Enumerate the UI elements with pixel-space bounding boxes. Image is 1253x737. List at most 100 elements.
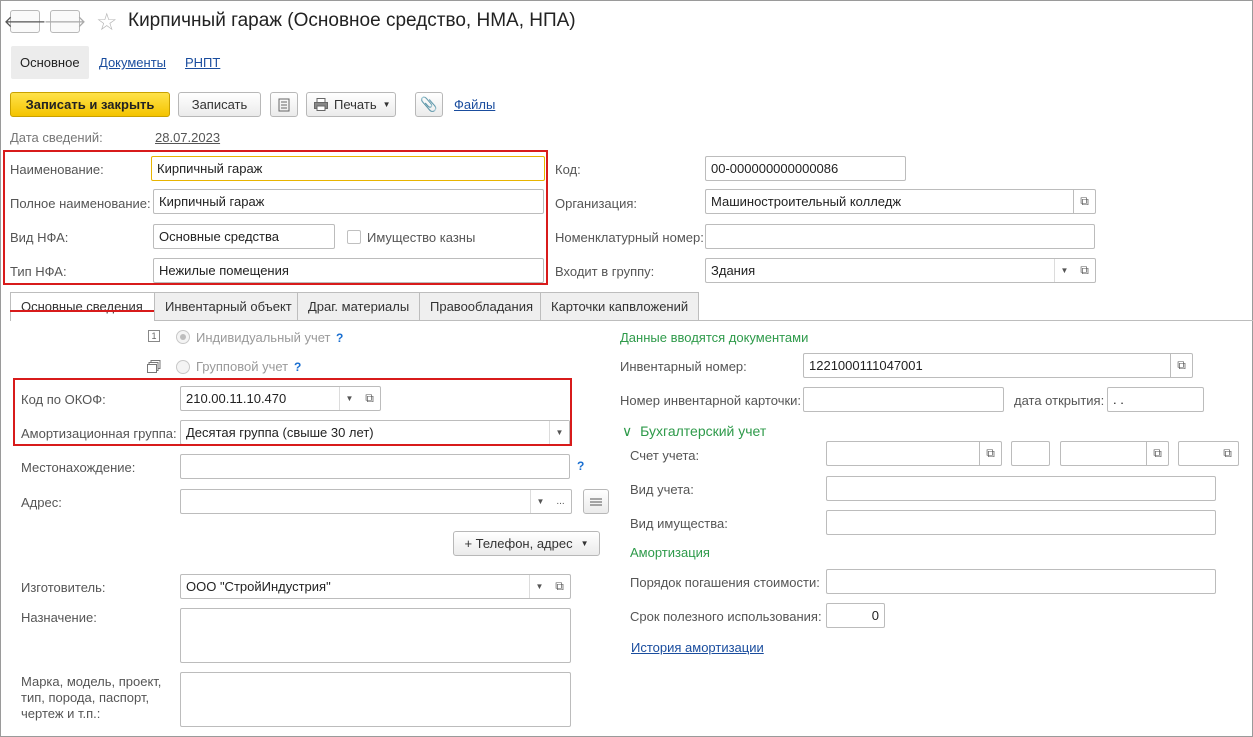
fullname-label: Полное наименование: [10, 196, 151, 211]
amort-group-label: Амортизационная группа: [21, 426, 177, 441]
model-label-line-3: чертеж и т.п.: [21, 706, 101, 721]
code-label: Код: [555, 162, 581, 177]
individual-radio[interactable] [176, 330, 190, 344]
tip-nfa-label: Тип НФА: [10, 264, 67, 279]
useful-life-field[interactable]: 0 [826, 603, 885, 628]
card-number-field[interactable] [803, 387, 1004, 412]
docs-note: Данные вводятся документами [620, 330, 809, 345]
model-label-line-2: тип, порода, паспорт, [21, 690, 150, 705]
open-icon: ⧉ [1177, 358, 1186, 372]
tab-precious-materials[interactable]: Драг. материалы [297, 292, 420, 320]
account-field[interactable] [826, 441, 980, 466]
okof-label: Код по ОКОФ: [21, 392, 106, 407]
active-tab-marker [10, 310, 160, 312]
treasury-checkbox[interactable] [347, 230, 361, 244]
group-open-button[interactable]: ⧉ [1074, 258, 1096, 283]
address-dropdown-icon[interactable]: ▼ [530, 490, 550, 513]
property-type-label: Вид имущества: [630, 516, 728, 531]
account-kosgu-field[interactable] [1060, 441, 1147, 466]
attach-button[interactable]: 📎 [415, 92, 443, 117]
purpose-label: Назначение: [21, 610, 97, 625]
fullname-field[interactable]: Кирпичный гараж [153, 189, 544, 214]
nomenclature-field[interactable] [705, 224, 1095, 249]
inventory-number-field[interactable]: 1221000111047001 [803, 353, 1171, 378]
print-button[interactable]: Печать ▼ [306, 92, 396, 117]
accounting-section-header[interactable]: ∨ Бухгалтерский учет [622, 423, 766, 440]
group-radio[interactable] [176, 360, 190, 374]
group-dropdown-icon[interactable]: ▼ [1054, 259, 1074, 282]
chevron-down-icon: ▼ [382, 100, 391, 109]
save-and-close-button[interactable]: Записать и закрыть [10, 92, 170, 117]
open-icon: ⧉ [1080, 194, 1089, 208]
address-select-button[interactable]: ... [550, 489, 572, 514]
manufacturer-dropdown-icon[interactable]: ▼ [529, 575, 549, 598]
organization-open-button[interactable]: ⧉ [1074, 189, 1096, 214]
purpose-field[interactable] [180, 608, 571, 663]
section-tab-documents[interactable]: Документы [90, 46, 175, 79]
repayment-order-field[interactable] [826, 569, 1216, 594]
location-field[interactable] [180, 454, 570, 479]
vid-nfa-field[interactable]: Основные средства [153, 224, 335, 249]
manufacturer-label: Изготовитель: [21, 580, 106, 595]
manufacturer-field[interactable]: ООО "СтройИндустрия" [180, 574, 549, 599]
code-field[interactable]: 00-000000000000086 [705, 156, 906, 181]
amortization-header: Амортизация [630, 545, 710, 560]
arrow-right-icon: 🡒 [43, 14, 87, 31]
account-open-button[interactable]: ⧉ [980, 441, 1002, 466]
useful-life-label: Срок полезного использования: [630, 609, 822, 624]
amort-group-field[interactable]: Десятая группа (свыше 30 лет) [180, 420, 570, 445]
help-icon[interactable]: ? [577, 459, 584, 473]
address-details-button[interactable] [583, 489, 609, 514]
accounting-section-label: Бухгалтерский учет [640, 423, 767, 439]
open-icon: ⧉ [1153, 446, 1162, 460]
group-field[interactable]: Здания [705, 258, 1074, 283]
phone-address-label: + Телефон, адрес [464, 536, 573, 551]
open-icon: ⧉ [365, 391, 374, 405]
section-tab-rnpt[interactable]: РНПТ [176, 46, 229, 79]
tab-rights[interactable]: Правообладания [419, 292, 541, 320]
property-type-field[interactable] [826, 510, 1216, 535]
single-item-icon: 1 [148, 330, 160, 342]
account-extra-open-button[interactable]: ⧉ [1217, 441, 1239, 466]
tip-nfa-field[interactable]: Нежилые помещения [153, 258, 544, 283]
card-number-label: Номер инвентарной карточки: [620, 393, 802, 408]
add-phone-address-button[interactable]: + Телефон, адрес ▼ [453, 531, 600, 556]
okof-field[interactable]: 210.00.11.10.470 [180, 386, 359, 411]
okof-open-button[interactable]: ⧉ [359, 386, 381, 411]
name-field[interactable]: Кирпичный гараж [151, 156, 545, 181]
account-type-label: Вид учета: [630, 482, 694, 497]
amort-group-dropdown-icon[interactable]: ▼ [549, 421, 569, 444]
model-label: Марка, модель, проект, тип, порода, пасп… [21, 674, 161, 722]
files-link[interactable]: Файлы [454, 97, 495, 112]
account-kosgu-open-button[interactable]: ⧉ [1147, 441, 1169, 466]
report-button[interactable] [270, 92, 298, 117]
account-extra-field[interactable] [1178, 441, 1218, 466]
chevron-down-icon: ∨ [622, 423, 633, 439]
organization-field[interactable]: Машиностроительный колледж [705, 189, 1074, 214]
back-button[interactable]: 🡐 [4, 10, 46, 33]
open-icon: ⧉ [555, 579, 564, 593]
address-field[interactable] [180, 489, 550, 514]
lines-icon [590, 498, 602, 505]
model-field[interactable] [180, 672, 571, 727]
account-type-field[interactable] [826, 476, 1216, 501]
date-value-link[interactable]: 28.07.2023 [155, 130, 220, 145]
section-tab-main[interactable]: Основное [11, 46, 89, 79]
amortization-history-link[interactable]: История амортизации [631, 640, 764, 655]
manufacturer-open-button[interactable]: ⧉ [549, 574, 571, 599]
open-icon: ⧉ [986, 446, 995, 460]
okof-dropdown-icon[interactable]: ▼ [339, 387, 359, 410]
inventory-number-label: Инвентарный номер: [620, 359, 747, 374]
tab-capital-investments[interactable]: Карточки капвложений [540, 292, 699, 320]
help-icon[interactable]: ? [336, 331, 343, 345]
account-label: Счет учета: [630, 448, 700, 463]
help-icon[interactable]: ? [294, 360, 301, 374]
tab-main-info[interactable]: Основные сведения [10, 292, 155, 321]
save-button[interactable]: Записать [178, 92, 261, 117]
inventory-number-open-button[interactable]: ⧉ [1171, 353, 1193, 378]
account-sub-field[interactable] [1011, 441, 1050, 466]
open-date-field[interactable]: . . [1107, 387, 1204, 412]
tab-inventory-object[interactable]: Инвентарный объект [154, 292, 298, 320]
favorite-star-icon[interactable]: ☆ [96, 8, 118, 37]
forward-button[interactable]: 🡒 [44, 10, 86, 33]
